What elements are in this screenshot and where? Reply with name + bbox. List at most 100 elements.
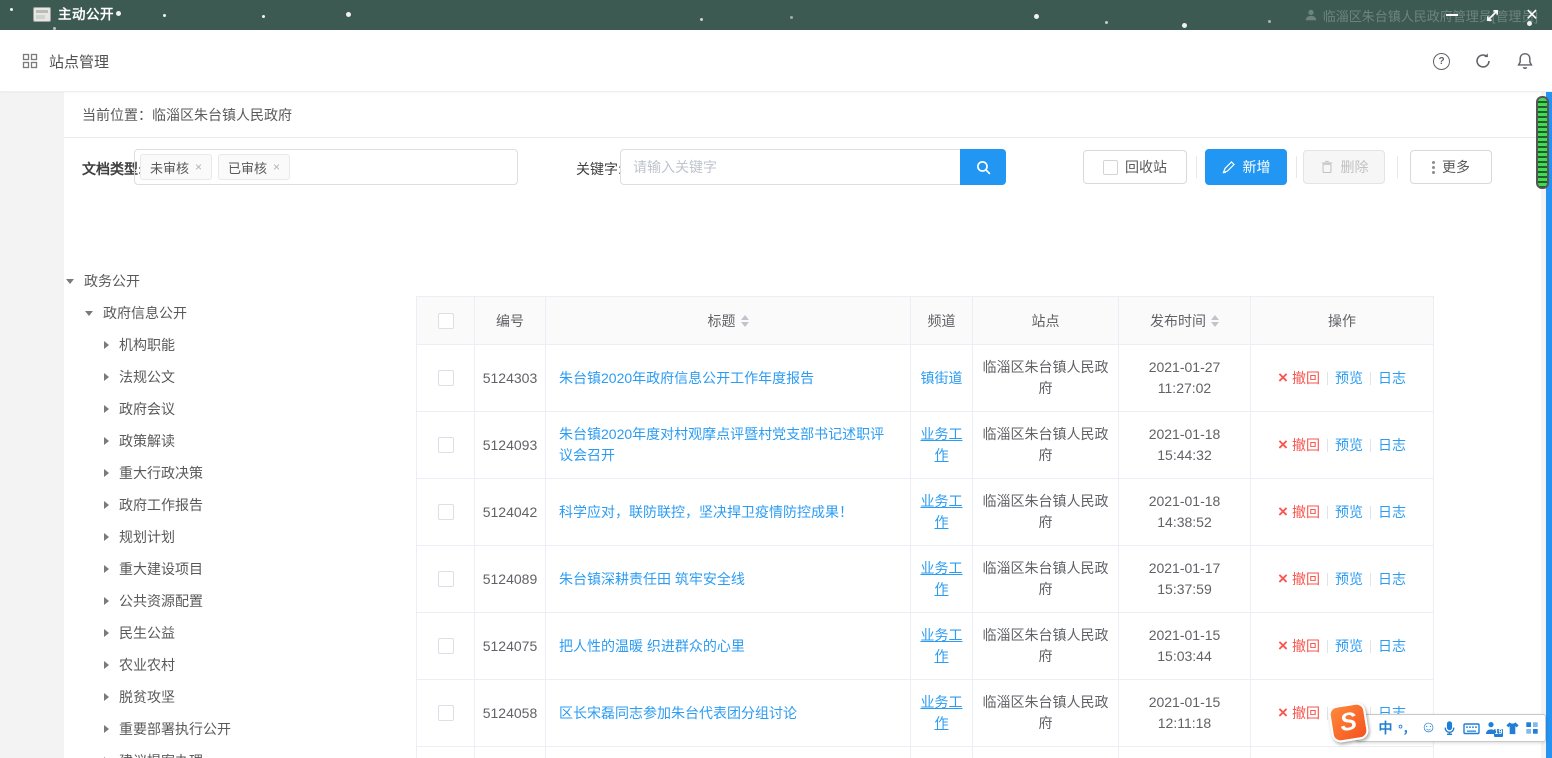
row-title-link[interactable]: 区长宋磊同志参加朱台代表团分组讨论 xyxy=(559,703,797,724)
recall-action[interactable]: 撤回 xyxy=(1278,502,1320,523)
row-title-link[interactable]: 朱台镇深耕责任田 筑牢安全线 xyxy=(559,569,745,590)
row-channel-link[interactable]: 业务工作 xyxy=(920,491,963,533)
tree-expand-arrow-icon[interactable] xyxy=(85,311,93,316)
recall-action[interactable]: 撤回 xyxy=(1278,368,1320,389)
tree-expand-arrow-icon[interactable] xyxy=(104,533,109,541)
header-title[interactable]: 标题 xyxy=(546,297,911,344)
row-title-link[interactable]: 科学应对，联防联控，坚决捍卫疫情防控成果！ xyxy=(559,502,853,523)
tree-item[interactable]: 重大建设项目 xyxy=(64,553,414,585)
tree-item[interactable]: 政策解读 xyxy=(64,425,414,457)
close-icon[interactable]: ✕ xyxy=(1512,0,1552,30)
header-publish-time[interactable]: 发布时间 xyxy=(1119,297,1251,344)
recycle-checkbox-icon[interactable] xyxy=(1103,160,1118,175)
ime-voice-icon[interactable] xyxy=(1442,721,1457,736)
select-all-checkbox[interactable] xyxy=(438,313,454,329)
log-action[interactable]: 日志 xyxy=(1378,502,1406,523)
tree-item[interactable]: 政府会议 xyxy=(64,393,414,425)
tree-item[interactable]: 法规公文 xyxy=(64,361,414,393)
ime-toolbox-icon[interactable] xyxy=(1525,721,1539,735)
log-action[interactable]: 日志 xyxy=(1378,435,1406,456)
add-button[interactable]: 新增 xyxy=(1205,149,1287,185)
tree-item[interactable]: 政务公开 xyxy=(64,265,414,297)
tree-expand-arrow-icon[interactable] xyxy=(66,279,74,284)
row-checkbox[interactable] xyxy=(438,705,454,721)
tree-item[interactable]: 脱贫攻坚 xyxy=(64,681,414,713)
recall-action[interactable]: 撤回 xyxy=(1278,636,1320,657)
preview-action[interactable]: 预览 xyxy=(1335,636,1363,657)
tree-item[interactable]: 公共资源配置 xyxy=(64,585,414,617)
tag-remove-icon[interactable] xyxy=(273,160,280,174)
row-channel-link[interactable]: 业务工作 xyxy=(920,424,963,466)
tree-expand-arrow-icon[interactable] xyxy=(104,661,109,669)
row-checkbox[interactable] xyxy=(438,370,454,386)
scrollbar-thumb[interactable] xyxy=(1536,96,1549,189)
tree-expand-arrow-icon[interactable] xyxy=(104,373,109,381)
doc-type-multiselect[interactable]: 未审核 已审核 xyxy=(134,149,518,185)
row-checkbox[interactable] xyxy=(438,437,454,453)
ime-keyboard-icon[interactable] xyxy=(1463,721,1480,736)
sogou-ime-logo[interactable]: S xyxy=(1327,701,1369,743)
keyword-input[interactable] xyxy=(620,149,961,185)
tree-item[interactable]: 规划计划 xyxy=(64,521,414,553)
tree-expand-arrow-icon[interactable] xyxy=(104,725,109,733)
tree-expand-arrow-icon[interactable] xyxy=(104,597,109,605)
search-button[interactable] xyxy=(960,149,1006,185)
preview-action[interactable]: 预览 xyxy=(1335,502,1363,523)
ime-skin-icon[interactable] xyxy=(1505,721,1520,736)
minimize-icon[interactable] xyxy=(1432,0,1472,30)
row-title-link[interactable]: 朱台镇2020年政府信息公开工作年度报告 xyxy=(559,368,814,389)
doc-type-tag[interactable]: 未审核 xyxy=(140,154,212,180)
delete-button[interactable]: 删除 xyxy=(1303,150,1385,184)
tree-expand-arrow-icon[interactable] xyxy=(104,341,109,349)
row-channel-link[interactable]: 业务工作 xyxy=(920,692,963,734)
row-title-link[interactable]: 朱台镇2020年度对村观摩点评暨村党支部书记述职评议会召开 xyxy=(559,424,897,466)
tree-item[interactable]: 民生公益 xyxy=(64,617,414,649)
tree-expand-arrow-icon[interactable] xyxy=(104,565,109,573)
tree-expand-arrow-icon[interactable] xyxy=(104,501,109,509)
preview-action[interactable]: 预览 xyxy=(1335,368,1363,389)
tree-expand-arrow-icon[interactable] xyxy=(104,693,109,701)
more-button[interactable]: 更多 xyxy=(1410,150,1492,184)
row-channel-link[interactable]: 业务工作 xyxy=(920,625,963,667)
tree-expand-arrow-icon[interactable] xyxy=(104,405,109,413)
row-channel-link[interactable]: 镇街道 xyxy=(921,368,963,389)
maximize-icon[interactable] xyxy=(1472,0,1512,30)
row-channel-link[interactable]: 业务工作 xyxy=(920,558,963,600)
row-checkbox[interactable] xyxy=(438,504,454,520)
ime-account-icon[interactable]: 19 xyxy=(1485,721,1499,735)
scrollbar-track[interactable] xyxy=(1546,92,1552,758)
refresh-icon[interactable] xyxy=(1474,52,1492,70)
site-management-label[interactable]: 站点管理 xyxy=(49,51,109,72)
row-checkbox[interactable] xyxy=(438,638,454,654)
grid-menu-icon[interactable] xyxy=(22,53,38,69)
notification-bell-icon[interactable] xyxy=(1516,52,1534,70)
tree-item[interactable]: 政府信息公开 xyxy=(64,297,414,329)
sort-icon[interactable] xyxy=(1211,315,1219,327)
doc-type-tag[interactable]: 已审核 xyxy=(218,154,290,180)
recall-action[interactable]: 撤回 xyxy=(1278,435,1320,456)
tree-item[interactable]: 机构职能 xyxy=(64,329,414,361)
recall-action[interactable]: 撤回 xyxy=(1278,703,1320,724)
preview-action[interactable]: 预览 xyxy=(1335,435,1363,456)
recall-action[interactable]: 撤回 xyxy=(1278,569,1320,590)
log-action[interactable]: 日志 xyxy=(1378,569,1406,590)
recycle-bin-button[interactable]: 回收站 xyxy=(1083,150,1187,184)
ime-emoji-icon[interactable]: ☺ xyxy=(1420,719,1436,737)
row-title-link[interactable]: 把人性的温暖 织进群众的心里 xyxy=(559,636,745,657)
row-checkbox[interactable] xyxy=(438,571,454,587)
tree-item[interactable]: 农业农村 xyxy=(64,649,414,681)
log-action[interactable]: 日志 xyxy=(1378,368,1406,389)
preview-action[interactable]: 预览 xyxy=(1335,569,1363,590)
tree-item[interactable]: 重要部署执行公开 xyxy=(64,713,414,745)
tree-item[interactable]: 重大行政决策 xyxy=(64,457,414,489)
tree-item[interactable]: 政府工作报告 xyxy=(64,489,414,521)
tag-remove-icon[interactable] xyxy=(195,160,202,174)
help-icon[interactable]: ? xyxy=(1433,53,1450,70)
log-action[interactable]: 日志 xyxy=(1378,636,1406,657)
ime-chinese-mode-toggle[interactable]: 中 xyxy=(1379,718,1393,738)
tree-expand-arrow-icon[interactable] xyxy=(104,629,109,637)
tree-expand-arrow-icon[interactable] xyxy=(104,469,109,477)
tree-item[interactable]: 建议提案办理 xyxy=(64,745,414,758)
ime-punctuation-toggle[interactable]: °， xyxy=(1398,720,1415,737)
sort-icon[interactable] xyxy=(741,315,749,327)
